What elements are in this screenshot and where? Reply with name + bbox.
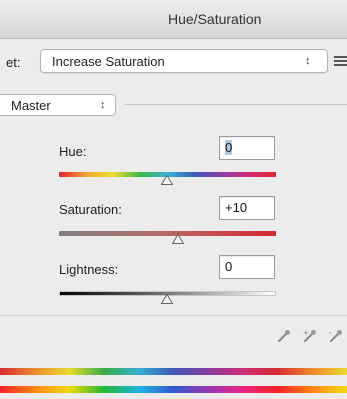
preset-select-value: Increase Saturation <box>52 54 165 69</box>
hue-label: Hue: <box>59 144 87 159</box>
lightness-value: 0 <box>225 259 233 274</box>
preset-select[interactable]: Increase Saturation ↕ <box>40 49 328 73</box>
lightness-field[interactable]: 0 <box>219 255 275 279</box>
list-menu-icon[interactable] <box>334 55 347 67</box>
hue-value: 0 <box>225 140 233 155</box>
eyedropper-minus-icon[interactable]: - <box>328 328 344 344</box>
saturation-slider-thumb[interactable] <box>172 234 184 244</box>
channel-select[interactable]: Master ↕ <box>0 94 116 116</box>
input-color-bar <box>0 368 347 375</box>
channel-select-value: Master <box>11 98 51 113</box>
svg-text:+: + <box>303 329 309 337</box>
saturation-value: +10 <box>225 200 248 215</box>
title-bar[interactable]: Hue/Saturation <box>0 0 347 39</box>
section-divider <box>0 315 347 316</box>
saturation-label: Saturation: <box>59 202 122 217</box>
saturation-slider-track[interactable] <box>59 231 276 236</box>
saturation-field[interactable]: +10 <box>219 196 275 220</box>
hue-field[interactable]: 0 <box>219 136 275 160</box>
up-down-arrows-icon: ↕ <box>100 99 106 111</box>
channel-divider <box>124 104 347 105</box>
dialog-title: Hue/Saturation <box>168 11 262 27</box>
up-down-arrows-icon: ↕ <box>305 55 311 67</box>
preset-label: et: <box>6 55 21 70</box>
eyedropper-plus-icon[interactable]: + <box>302 328 318 344</box>
lightness-slider-thumb[interactable] <box>161 294 173 304</box>
hue-saturation-dialog: Hue/Saturation et: Increase Saturation ↕… <box>0 0 347 399</box>
eyedropper-icon[interactable] <box>276 328 292 344</box>
svg-text:-: - <box>329 329 332 337</box>
hue-slider-thumb[interactable] <box>161 175 173 185</box>
lightness-label: Lightness: <box>59 262 119 277</box>
output-color-bar <box>0 386 347 393</box>
